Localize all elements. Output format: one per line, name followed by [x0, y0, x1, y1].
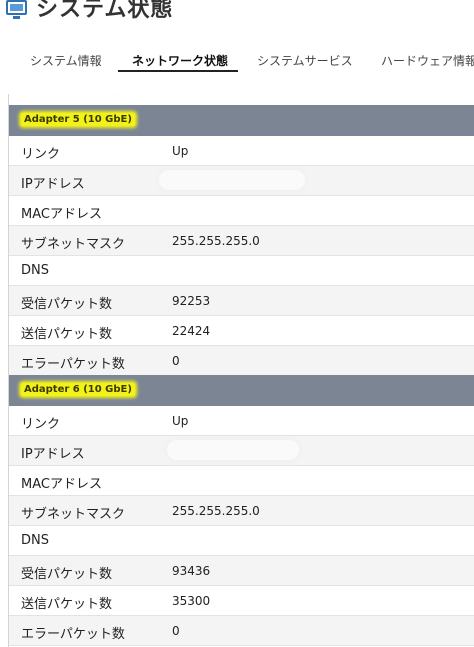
network-status-panel[interactable]: エラーパケット数 0 Adapter 5 (10 GbE) リンク Up IPア…	[8, 94, 474, 647]
row-key: リンク	[21, 417, 61, 432]
table-row: 送信パケット数 22424	[9, 316, 474, 346]
active-tab-indicator	[118, 70, 238, 72]
tab-system-info[interactable]: システム情報	[30, 52, 102, 69]
redacted-value	[159, 170, 305, 190]
adapter-title: Adapter 6 (10 GbE)	[21, 383, 135, 396]
row-key: MACアドレス	[21, 207, 102, 222]
tab-network-status[interactable]: ネットワーク状態	[132, 52, 228, 69]
row-key: DNS	[21, 263, 49, 278]
row-key: IPアドレス	[21, 177, 85, 192]
table-row: エラーパケット数 0	[9, 616, 474, 646]
row-value: 255.255.255.0	[172, 504, 260, 518]
row-key: エラーパケット数	[21, 357, 125, 372]
row-value: 22424	[172, 324, 211, 338]
row-key: サブネットマスク	[21, 507, 126, 522]
row-value: Up	[172, 144, 189, 158]
table-row: DNS	[9, 526, 474, 556]
tab-bar: システム情報 ネットワーク状態 システムサービス ハードウェア情報	[0, 52, 474, 72]
table-row: MACアドレス	[9, 466, 474, 496]
table-row: MACアドレス	[9, 196, 474, 226]
table-row: IPアドレス	[9, 166, 474, 196]
partial-row-key: エラーパケット数	[21, 94, 125, 97]
adapter-header: Adapter 6 (10 GbE)	[9, 375, 474, 406]
table-row: リンク Up	[9, 406, 474, 436]
adapter-header: Adapter 5 (10 GbE)	[9, 105, 474, 136]
row-value: 35300	[172, 594, 211, 608]
table-row: サブネットマスク 255.255.255.0	[9, 226, 474, 256]
row-value: 255.255.255.0	[172, 234, 260, 248]
table-row: エラーパケット数 0	[9, 346, 474, 376]
title-bar: システム状態	[0, 0, 474, 22]
row-key: DNS	[21, 533, 49, 548]
table-row: 受信パケット数 92253	[9, 286, 474, 316]
row-key: IPアドレス	[21, 447, 85, 462]
adapter-title: Adapter 5 (10 GbE)	[21, 113, 135, 126]
page-title: システム状態	[36, 0, 174, 22]
row-key: 送信パケット数	[21, 327, 113, 342]
table-row: リンク Up	[9, 136, 474, 166]
table-row: DNS	[9, 256, 474, 286]
redacted-value	[167, 440, 299, 460]
table-row: 送信パケット数 35300	[9, 586, 474, 616]
tab-system-services[interactable]: システムサービス	[257, 52, 353, 69]
table-row: IPアドレス	[9, 436, 474, 466]
row-key: リンク	[21, 147, 61, 162]
row-key: MACアドレス	[21, 477, 102, 492]
row-key: サブネットマスク	[21, 237, 126, 252]
row-value: Up	[172, 414, 189, 428]
row-key: 送信パケット数	[21, 597, 113, 612]
tab-hardware-info[interactable]: ハードウェア情報	[381, 52, 474, 69]
monitor-icon	[6, 0, 27, 19]
row-key: 受信パケット数	[21, 297, 113, 312]
row-value: 93436	[172, 564, 211, 578]
row-key: エラーパケット数	[21, 627, 125, 642]
table-row: サブネットマスク 255.255.255.0	[9, 496, 474, 526]
row-value: 0	[172, 354, 180, 368]
row-key: 受信パケット数	[21, 567, 113, 582]
row-value: 0	[172, 624, 180, 638]
table-row: 受信パケット数 93436	[9, 556, 474, 586]
row-value: 92253	[172, 294, 211, 308]
